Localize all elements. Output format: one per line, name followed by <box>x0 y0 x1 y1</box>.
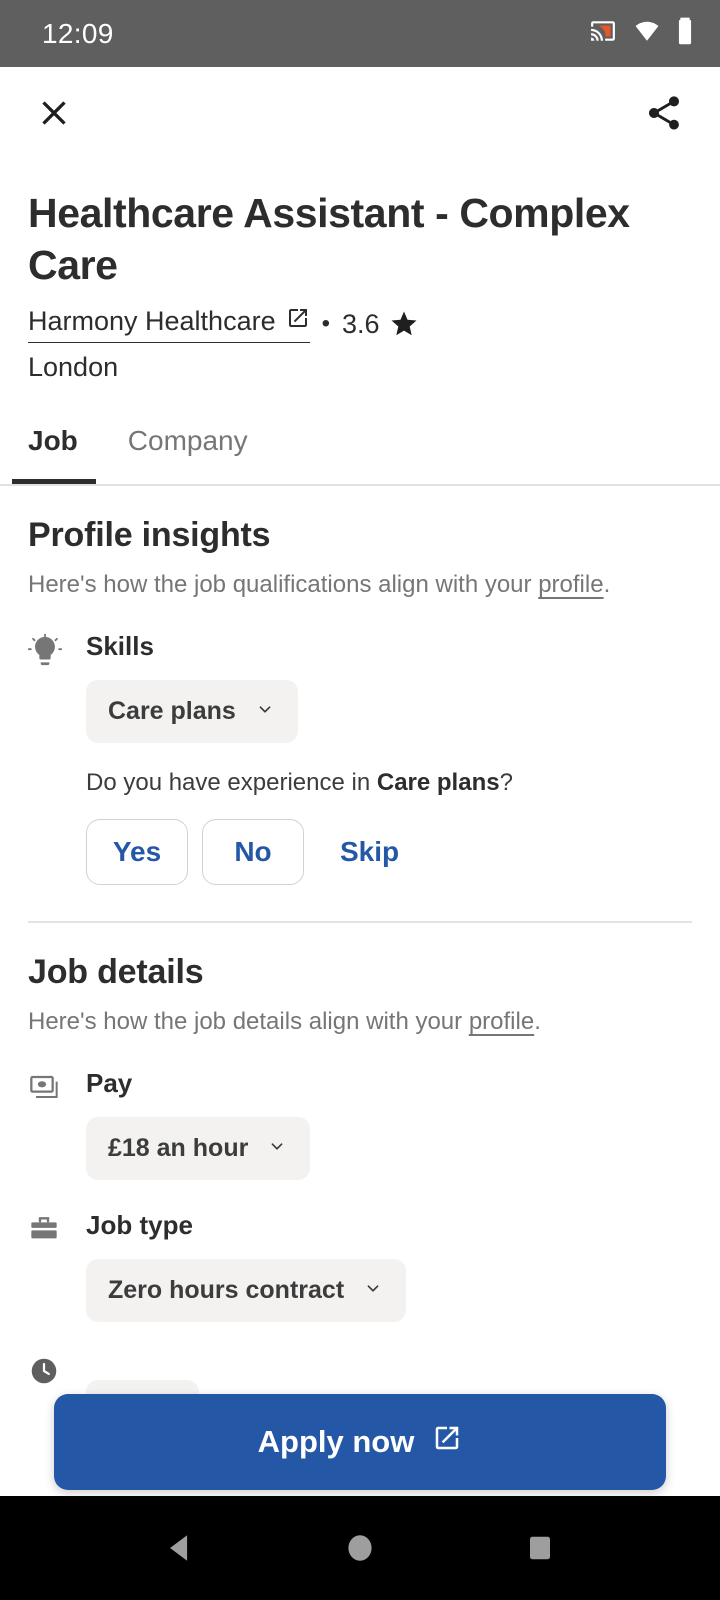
job-type-row: Job type Zero hours contract <box>28 1210 692 1323</box>
share-icon[interactable] <box>638 87 690 139</box>
skill-chip-label: Care plans <box>108 697 236 726</box>
profile-link[interactable]: profile <box>538 571 603 598</box>
wifi-icon <box>632 18 662 49</box>
cast-icon <box>588 18 618 49</box>
home-circle-icon[interactable] <box>330 1518 390 1578</box>
app-bar <box>0 67 720 159</box>
apply-now-label: Apply now <box>257 1424 415 1459</box>
job-location: London <box>28 351 119 382</box>
tab-job[interactable]: Job <box>12 425 96 486</box>
profile-insights-heading: Profile insights <box>28 515 271 554</box>
skill-question-suffix: ? <box>499 769 513 797</box>
job-details-subtitle: Here's how the job details align with yo… <box>28 1006 692 1038</box>
job-details-profile-link[interactable]: profile <box>469 1008 534 1035</box>
separator-dot: • <box>321 310 331 338</box>
pay-row: Pay £18 an hour <box>28 1068 692 1181</box>
answer-no-button[interactable]: No <box>202 819 304 886</box>
profile-insights-subtitle-suffix: . <box>603 570 611 598</box>
company-name: Harmony Healthcare <box>28 305 276 336</box>
money-icon <box>28 1068 74 1103</box>
pay-body: Pay £18 an hour <box>74 1068 692 1181</box>
chevron-down-icon <box>254 698 276 725</box>
job-type-chip[interactable]: Zero hours contract <box>86 1259 407 1323</box>
android-nav-bar <box>0 1496 720 1600</box>
tab-company[interactable]: Company <box>128 425 248 486</box>
job-type-body: Job type Zero hours contract <box>74 1210 692 1323</box>
company-line: Harmony Healthcare • 3.6 <box>28 306 692 343</box>
briefcase-icon <box>28 1210 74 1245</box>
job-details-subtitle-suffix: . <box>534 1007 541 1035</box>
lightbulb-icon <box>28 631 74 668</box>
skills-label: Skills <box>86 631 154 662</box>
clock-icon <box>28 1352 74 1387</box>
answer-yes-button[interactable]: Yes <box>86 819 188 886</box>
status-bar: 12:09 <box>0 0 720 67</box>
apply-button-container: Apply now <box>0 1394 720 1490</box>
recents-square-icon[interactable] <box>510 1518 570 1578</box>
profile-insights-subtitle: Here's how the job qualifications align … <box>28 569 692 601</box>
external-link-icon <box>432 1423 462 1461</box>
close-icon[interactable] <box>28 87 80 139</box>
profile-insights-subtitle-text: Here's how the job qualifications align … <box>28 570 539 598</box>
status-bar-icons <box>588 17 694 50</box>
skills-row: Skills Care plans Do you have experience… <box>28 631 692 886</box>
profile-insights-section: Profile insights Here's how the job qual… <box>0 486 720 923</box>
chevron-down-icon <box>362 1277 384 1304</box>
status-bar-clock: 12:09 <box>42 17 114 49</box>
skill-question-prefix: Do you have experience in <box>86 769 377 797</box>
skill-chip-care-plans[interactable]: Care plans <box>86 680 298 744</box>
tab-bar-underline <box>0 484 720 486</box>
job-details-heading: Job details <box>28 952 204 991</box>
chevron-down-icon <box>266 1135 288 1162</box>
job-type-chip-label: Zero hours contract <box>108 1276 345 1305</box>
company-link[interactable]: Harmony Healthcare <box>28 306 310 343</box>
job-type-label: Job type <box>86 1210 193 1241</box>
tab-bar: Job Company <box>0 425 720 486</box>
skills-body: Skills Care plans Do you have experience… <box>74 631 692 886</box>
job-details-subtitle-text: Here's how the job details align with yo… <box>28 1007 469 1035</box>
skill-question-bold: Care plans <box>376 769 500 797</box>
job-details-section: Job details Here's how the job details a… <box>0 923 720 1444</box>
job-header: Healthcare Assistant - Complex Care Harm… <box>0 159 720 383</box>
apply-now-button[interactable]: Apply now <box>54 1394 666 1490</box>
back-triangle-icon[interactable] <box>150 1518 210 1578</box>
pay-label: Pay <box>86 1068 133 1099</box>
skill-answer-row: Yes No Skip <box>86 819 692 886</box>
battery-icon <box>676 17 694 50</box>
pay-chip[interactable]: £18 an hour <box>86 1117 311 1181</box>
page-title: Healthcare Assistant - Complex Care <box>28 190 630 289</box>
star-icon <box>389 309 419 339</box>
app-screen: 12:09 Healthcare Assistant - Complex Car… <box>0 0 720 1600</box>
skill-question: Do you have experience in Care plans? <box>86 769 692 797</box>
company-rating: 3.6 <box>342 308 380 339</box>
external-link-icon <box>286 306 310 337</box>
answer-skip-button[interactable]: Skip <box>318 820 421 884</box>
pay-chip-label: £18 an hour <box>108 1134 249 1163</box>
